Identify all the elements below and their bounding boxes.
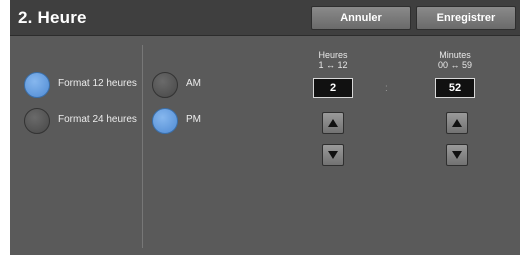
- format-24h-radio[interactable]: [24, 108, 50, 134]
- am-radio[interactable]: [152, 72, 178, 98]
- save-button[interactable]: Enregistrer: [416, 6, 516, 30]
- hours-header: Heures 1 ↔ 12: [303, 50, 363, 70]
- minutes-range: 00 ↔ 59: [437, 60, 473, 70]
- arrow-down-icon: [452, 151, 462, 159]
- hours-value[interactable]: 2: [313, 78, 353, 98]
- minutes-up-button[interactable]: [446, 112, 468, 134]
- minutes-down-button[interactable]: [446, 144, 468, 166]
- page-title: 2. Heure: [18, 8, 87, 27]
- format-12h-radio[interactable]: [24, 72, 50, 98]
- cancel-button[interactable]: Annuler: [311, 6, 411, 30]
- format-24h-label: Format 24 heures: [58, 114, 137, 125]
- minutes-value[interactable]: 52: [435, 78, 475, 98]
- title-bar: 2. Heure Annuler Enregistrer: [10, 0, 520, 36]
- time-settings-screen: 2. Heure Annuler Enregistrer Format 12 h…: [10, 0, 520, 255]
- hours-label: Heures: [318, 50, 348, 60]
- hours-up-button[interactable]: [322, 112, 344, 134]
- arrow-up-icon: [452, 119, 462, 127]
- pm-label: PM: [186, 114, 201, 125]
- arrow-down-icon: [328, 151, 338, 159]
- hours-down-button[interactable]: [322, 144, 344, 166]
- minutes-label: Minutes: [439, 50, 471, 60]
- minutes-header: Minutes 00 ↔ 59: [425, 50, 485, 70]
- am-label: AM: [186, 78, 201, 89]
- format-12h-label: Format 12 heures: [58, 78, 137, 89]
- arrow-up-icon: [328, 119, 338, 127]
- pm-radio[interactable]: [152, 108, 178, 134]
- time-separator: :: [385, 83, 388, 94]
- divider: [142, 45, 143, 248]
- hours-range: 1 ↔ 12: [318, 60, 348, 70]
